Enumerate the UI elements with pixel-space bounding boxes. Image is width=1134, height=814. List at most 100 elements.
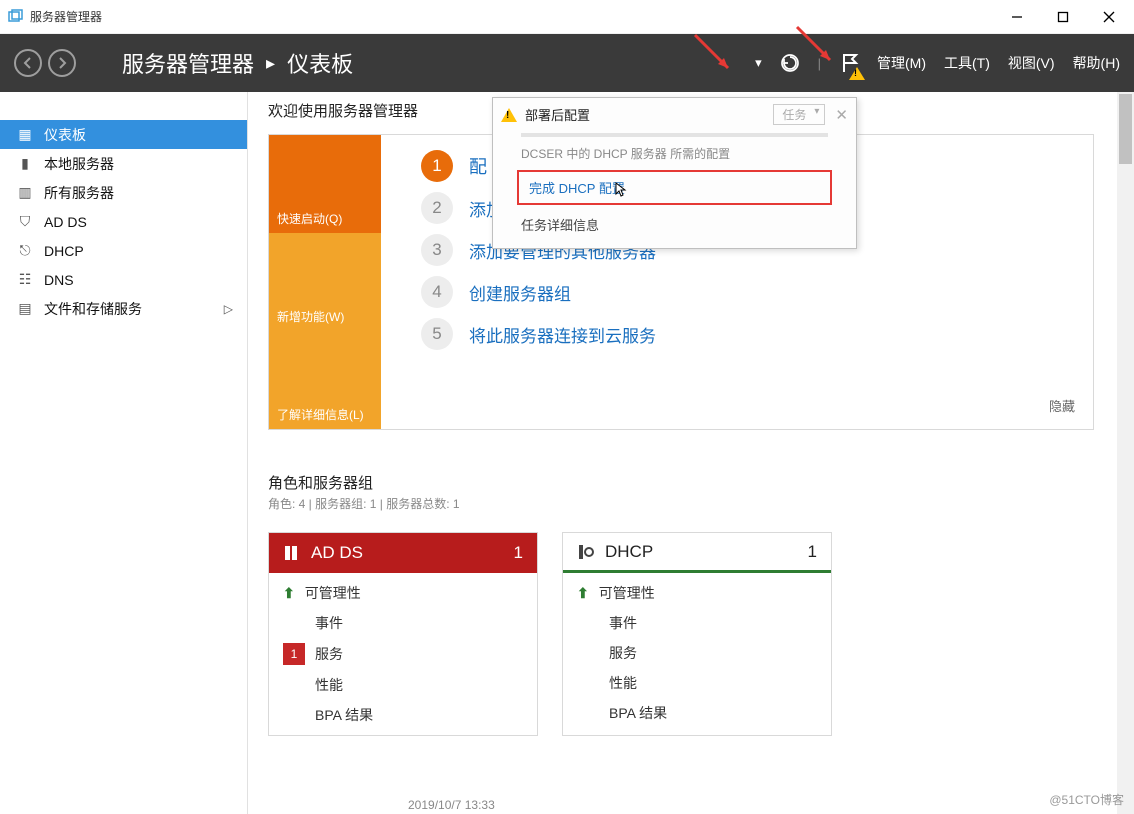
tile-learn-more[interactable]: 了解详细信息(L): [269, 331, 381, 429]
role-manageability[interactable]: ⬆ 可管理性: [283, 583, 523, 603]
role-events[interactable]: 事件: [283, 613, 523, 633]
breadcrumb-root[interactable]: 服务器管理器: [122, 47, 254, 79]
error-badge: 1: [283, 643, 305, 665]
nav-forward-button[interactable]: [48, 49, 76, 77]
welcome-heading: 欢迎使用服务器管理器: [268, 100, 418, 121]
annotation-arrow-icon: [792, 22, 842, 72]
role-manageability[interactable]: ⬆ 可管理性: [577, 583, 817, 603]
role-bpa[interactable]: BPA 结果: [577, 703, 817, 723]
sidebar: ▦ 仪表板 ▮ 本地服务器 ▥ 所有服务器 ⛉ AD DS ⎋ DHCP ☷ D…: [0, 92, 248, 814]
warning-badge-icon: [849, 67, 865, 80]
role-line-label: BPA 结果: [315, 705, 373, 725]
chevron-right-icon: ▸: [266, 53, 275, 74]
role-services[interactable]: 服务: [577, 643, 817, 663]
menu-manage[interactable]: 管理(M): [877, 53, 926, 73]
tile-label: 快速启动(Q): [277, 210, 342, 227]
warning-icon: [501, 108, 517, 122]
step-link: 将此服务器连接到云服务: [469, 322, 656, 347]
menu-tools[interactable]: 工具(T): [944, 53, 990, 73]
app-header: 服务器管理器 ▸ 仪表板 ▾ | 管理(M) 工具(T) 视图(V) 帮助(H): [0, 34, 1134, 92]
header-dropdown-icon[interactable]: ▾: [755, 55, 762, 71]
menu-view[interactable]: 视图(V): [1008, 53, 1055, 73]
role-bpa[interactable]: BPA 结果: [283, 705, 523, 725]
role-line-label: 服务: [315, 644, 343, 664]
breadcrumb: 服务器管理器 ▸ 仪表板: [122, 47, 353, 79]
annotation-arrow-icon: [690, 30, 740, 80]
sidebar-item-adds[interactable]: ⛉ AD DS: [0, 207, 247, 236]
step-link: 配: [469, 153, 487, 179]
role-line-label: 可管理性: [599, 583, 655, 603]
role-performance[interactable]: 性能: [577, 673, 817, 693]
complete-dhcp-config-link[interactable]: 完成 DHCP 配置: [517, 170, 832, 205]
progress-bar: [521, 133, 828, 137]
timestamp: 2019/10/7 13:33: [408, 798, 495, 812]
step-create-group[interactable]: 4 创建服务器组: [421, 271, 1093, 313]
role-events[interactable]: 事件: [577, 613, 817, 633]
step-link: 创建服务器组: [469, 280, 571, 305]
servers-icon: ▥: [16, 184, 34, 201]
close-button[interactable]: [1086, 0, 1132, 34]
role-header: DHCP 1: [563, 533, 831, 573]
role-body: ⬆ 可管理性 事件 服务 性能 BPA 结果: [563, 573, 831, 733]
window-title: 服务器管理器: [30, 8, 102, 25]
sidebar-item-label: DNS: [44, 272, 74, 288]
nav-back-button[interactable]: [14, 49, 42, 77]
sidebar-item-label: 所有服务器: [44, 183, 114, 203]
notification-title: 部署后配置: [525, 105, 590, 124]
role-card-dhcp[interactable]: DHCP 1 ⬆ 可管理性 事件 服务: [562, 532, 832, 736]
window-titlebar: 服务器管理器: [0, 0, 1134, 34]
notification-popup: 部署后配置 任务 ✕ DCSER 中的 DHCP 服务器 所需的配置 完成 DH…: [492, 97, 857, 249]
roles-section: 角色和服务器组 角色: 4 | 服务器组: 1 | 服务器总数: 1 AD DS…: [268, 472, 1094, 736]
app-icon: [8, 9, 24, 25]
role-body: ⬆ 可管理性 事件 1 服务 性能: [269, 573, 537, 735]
role-performance[interactable]: 性能: [283, 675, 523, 695]
sidebar-item-dns[interactable]: ☷ DNS: [0, 265, 247, 294]
role-count: 1: [514, 543, 523, 563]
maximize-button[interactable]: [1040, 0, 1086, 34]
tile-whats-new[interactable]: 新增功能(W): [269, 233, 381, 331]
role-title: AD DS: [311, 543, 363, 563]
hide-link[interactable]: 隐藏: [1049, 396, 1075, 415]
tile-column: 快速启动(Q) 新增功能(W) 了解详细信息(L): [269, 135, 381, 429]
menu-help[interactable]: 帮助(H): [1073, 53, 1120, 73]
server-icon: ▮: [16, 155, 34, 172]
minimize-button[interactable]: [994, 0, 1040, 34]
sidebar-item-dhcp[interactable]: ⎋ DHCP: [0, 236, 247, 265]
scrollbar[interactable]: [1117, 92, 1134, 814]
role-card-adds[interactable]: AD DS 1 ⬆ 可管理性 事件 1 服务: [268, 532, 538, 736]
sidebar-item-dashboard[interactable]: ▦ 仪表板: [0, 120, 247, 149]
sidebar-item-local-server[interactable]: ▮ 本地服务器: [0, 149, 247, 178]
sidebar-item-all-servers[interactable]: ▥ 所有服务器: [0, 178, 247, 207]
notifications-flag-icon[interactable]: [839, 52, 859, 74]
tile-label: 新增功能(W): [277, 308, 344, 325]
tasks-dropdown-button[interactable]: 任务: [773, 104, 825, 125]
dashboard-icon: ▦: [16, 126, 34, 143]
tile-quick-start[interactable]: 快速启动(Q): [269, 135, 381, 233]
role-services[interactable]: 1 服务: [283, 643, 523, 665]
role-count: 1: [808, 542, 817, 562]
task-details-link[interactable]: 任务详细信息: [493, 211, 856, 248]
role-line-label: 性能: [315, 675, 343, 695]
breadcrumb-current: 仪表板: [287, 47, 353, 79]
sidebar-item-label: 本地服务器: [44, 154, 114, 174]
up-arrow-icon: ⬆: [283, 585, 295, 602]
storage-icon: ▤: [16, 300, 34, 317]
sidebar-item-storage[interactable]: ▤ 文件和存储服务 ▷: [0, 294, 247, 323]
cursor-icon: [611, 182, 627, 205]
step-connect-cloud[interactable]: 5 将此服务器连接到云服务: [421, 313, 1093, 355]
dns-icon: ☷: [16, 271, 34, 288]
role-line-label: 服务: [609, 643, 637, 663]
step-number: 5: [421, 318, 453, 350]
sidebar-item-label: AD DS: [44, 214, 87, 230]
role-line-label: 事件: [609, 613, 637, 633]
adds-icon: [283, 544, 301, 562]
role-title: DHCP: [605, 542, 653, 562]
chevron-right-icon: ▷: [224, 302, 233, 316]
dhcp-icon: [577, 543, 595, 561]
notification-close-button[interactable]: ✕: [835, 106, 848, 124]
up-arrow-icon: ⬆: [577, 585, 589, 602]
roles-subtitle: 角色: 4 | 服务器组: 1 | 服务器总数: 1: [268, 495, 1094, 512]
role-line-label: BPA 结果: [609, 703, 667, 723]
step-number: 2: [421, 192, 453, 224]
role-line-label: 可管理性: [305, 583, 361, 603]
